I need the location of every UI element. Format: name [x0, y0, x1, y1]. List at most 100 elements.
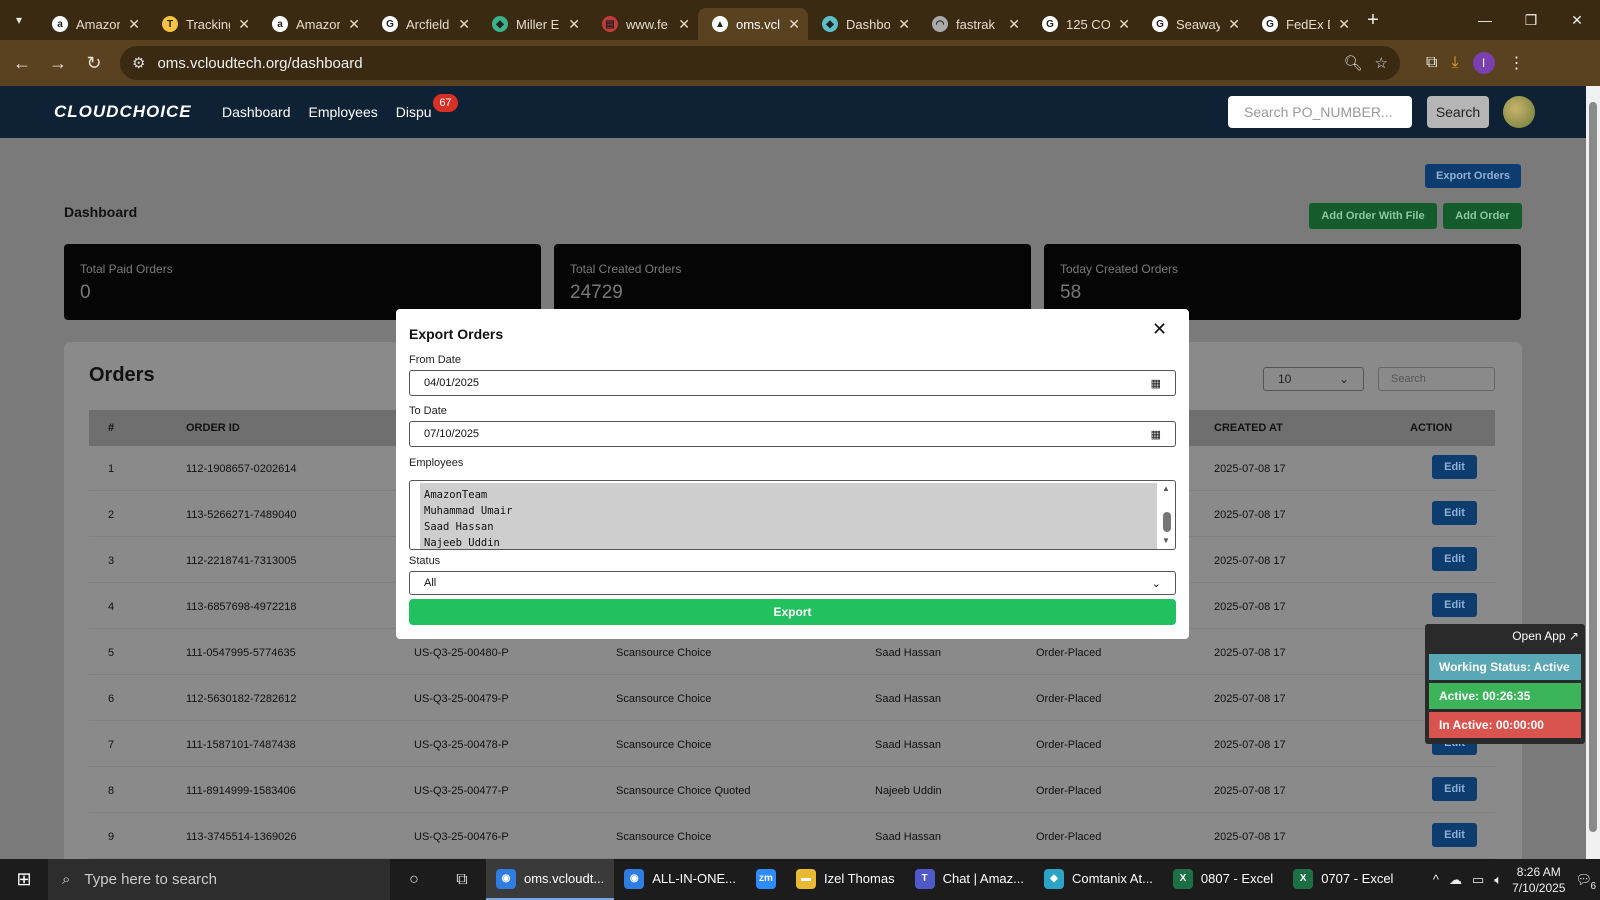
browser-tab[interactable]: a Amazon ✕: [258, 8, 368, 40]
page-size-select[interactable]: 10 ⌄: [1263, 367, 1364, 391]
tray-chevron-icon[interactable]: ^: [1433, 872, 1439, 887]
export-button[interactable]: Export: [409, 599, 1176, 625]
page-scrollbar[interactable]: [1586, 86, 1600, 859]
address-bar[interactable]: ⚙ oms.vcloudtech.org/dashboard 🔍︎ ☆: [120, 46, 1400, 80]
profile-avatar[interactable]: I: [1472, 52, 1495, 74]
nav-employees[interactable]: Employees: [309, 104, 378, 120]
calendar-icon[interactable]: ▦: [1151, 428, 1161, 441]
employee-option[interactable]: AmazonTeam: [424, 487, 1153, 503]
open-app-link[interactable]: Open App ↗: [1512, 629, 1579, 643]
scroll-thumb[interactable]: [1163, 512, 1171, 532]
taskbar-app[interactable]: ▬ Izel Thomas: [786, 859, 905, 900]
zoom-icon[interactable]: 🔍︎: [1344, 54, 1363, 72]
tab-close-icon[interactable]: ✕: [788, 16, 800, 33]
notifications-icon[interactable]: 💬︎ 6: [1575, 872, 1596, 892]
excel-icon: X: [1172, 868, 1193, 889]
taskbar-app[interactable]: ◆ Comtanix At...: [1034, 859, 1163, 900]
tab-close-icon[interactable]: ✕: [458, 16, 470, 33]
page-scroll-thumb[interactable]: [1589, 102, 1597, 832]
bookmark-star-icon[interactable]: ☆: [1375, 54, 1388, 72]
tab-close-icon[interactable]: ✕: [348, 16, 360, 33]
export-orders-button[interactable]: Export Orders: [1425, 164, 1521, 188]
browser-tab[interactable]: G FedEx D ✕: [1248, 8, 1358, 40]
taskbar-app[interactable]: X 0707 - Excel: [1283, 859, 1403, 900]
user-avatar[interactable]: [1503, 96, 1535, 128]
employees-scrollbar[interactable]: ▲ ▼: [1159, 482, 1175, 548]
taskbar-app[interactable]: X 0807 - Excel: [1163, 859, 1283, 900]
tab-close-icon[interactable]: ✕: [1228, 16, 1240, 33]
browser-tab[interactable]: G Seaway ✕: [1138, 8, 1248, 40]
po-search-button[interactable]: Search: [1427, 96, 1489, 128]
employee-option[interactable]: Saad Hassan: [424, 519, 1153, 535]
brand-logo[interactable]: CLOUDCHOICE: [54, 102, 204, 122]
tab-close-icon[interactable]: ✕: [1338, 16, 1350, 33]
volume-icon[interactable]: 🔈︎: [1494, 872, 1502, 888]
restore-icon[interactable]: ❐: [1508, 0, 1554, 40]
status-select[interactable]: All ⌄: [409, 571, 1176, 595]
minimize-icon[interactable]: —: [1462, 0, 1508, 40]
close-icon[interactable]: ✕: [1152, 319, 1167, 340]
tab-close-icon[interactable]: ✕: [238, 16, 250, 33]
employee-option[interactable]: Najeeb Uddin: [424, 535, 1153, 551]
tab-close-icon[interactable]: ✕: [568, 16, 580, 33]
browser-tab[interactable]: ◆ Dashbo ✕: [808, 8, 918, 40]
taskbar-app[interactable]: ◉ ALL-IN-ONE...: [614, 859, 746, 900]
employees-multiselect[interactable]: AmazonTeam Muhammad Umair Saad Hassan Na…: [409, 480, 1176, 550]
from-date-input[interactable]: 04/01/2025 ▦: [409, 370, 1176, 396]
table-search-input[interactable]: Search: [1378, 367, 1495, 391]
nav-disputes[interactable]: Dispu 67: [396, 94, 458, 120]
scroll-down-icon[interactable]: ▼: [1162, 536, 1170, 545]
edit-button[interactable]: Edit: [1432, 593, 1477, 617]
taskbar-app[interactable]: T Chat | Amaz...: [905, 859, 1034, 900]
cortana-icon[interactable]: ○: [390, 859, 438, 900]
add-order-with-file-button[interactable]: Add Order With File: [1309, 203, 1437, 229]
scroll-up-icon[interactable]: ▲: [1162, 484, 1170, 493]
browser-tab[interactable]: T Tracking ✕: [148, 8, 258, 40]
site-info-icon[interactable]: ⚙: [132, 54, 145, 72]
edit-button[interactable]: Edit: [1432, 547, 1477, 571]
tab-search-icon[interactable]: ▾: [0, 0, 38, 40]
tab-close-icon[interactable]: ✕: [898, 16, 910, 33]
po-search-input[interactable]: Search PO_NUMBER...: [1228, 96, 1412, 128]
tab-close-icon[interactable]: ✕: [1118, 16, 1130, 33]
forward-icon[interactable]: →: [40, 45, 76, 81]
tab-close-icon[interactable]: ✕: [678, 16, 690, 33]
back-icon[interactable]: ←: [4, 45, 40, 81]
onedrive-icon[interactable]: ☁: [1449, 872, 1462, 888]
edit-button[interactable]: Edit: [1432, 777, 1477, 801]
browser-tab[interactable]: ▲ oms.vcl ✕: [698, 8, 808, 40]
browser-tab[interactable]: ◠ fastrak ✕: [918, 8, 1028, 40]
download-icon[interactable]: ⤓: [1451, 54, 1458, 72]
tab-label: oms.vcl: [736, 16, 781, 32]
edit-button[interactable]: Edit: [1432, 823, 1477, 847]
add-order-button[interactable]: Add Order: [1443, 203, 1522, 229]
reload-icon[interactable]: ↻: [76, 45, 112, 81]
extensions-icon[interactable]: ⧉: [1426, 54, 1437, 72]
edit-button[interactable]: Edit: [1432, 455, 1477, 479]
edit-button[interactable]: Edit: [1432, 501, 1477, 525]
clock[interactable]: 8:26 AM 7/10/2025: [1512, 864, 1565, 896]
nav-dashboard[interactable]: Dashboard: [222, 104, 291, 120]
cell-po: US-Q3-25-00476-P: [414, 831, 509, 843]
employee-option[interactable]: Muhammad Umair: [424, 503, 1153, 519]
close-window-icon[interactable]: ✕: [1554, 0, 1600, 40]
task-view-icon[interactable]: ⧉: [438, 859, 486, 900]
taskbar-app[interactable]: ◉ oms.vcloudt...: [486, 859, 615, 900]
to-date-input[interactable]: 07/10/2025 ▦: [409, 421, 1176, 447]
browser-tab[interactable]: ◆ Miller E ✕: [478, 8, 588, 40]
taskbar-search[interactable]: ⌕ Type here to search: [48, 859, 390, 900]
browser-tab[interactable]: ▤ www.fe ✕: [588, 8, 698, 40]
windows-start-icon[interactable]: ⊞: [0, 859, 48, 900]
browser-tab[interactable]: G Arcfield ✕: [368, 8, 478, 40]
tab-label: Amazon: [296, 16, 341, 32]
tab-label: Arcfield: [406, 16, 450, 32]
tab-close-icon[interactable]: ✕: [128, 16, 140, 33]
tab-close-icon[interactable]: ✕: [1008, 16, 1020, 33]
network-icon[interactable]: ▭: [1472, 872, 1484, 888]
calendar-icon[interactable]: ▦: [1151, 377, 1161, 390]
browser-tab[interactable]: a Amazon ✕: [38, 8, 148, 40]
browser-menu-icon[interactable]: ⋮: [1509, 53, 1525, 73]
new-tab-icon[interactable]: +: [1358, 9, 1388, 32]
browser-tab[interactable]: G 125 CO ✕: [1028, 8, 1138, 40]
taskbar-app[interactable]: zm: [746, 859, 786, 900]
